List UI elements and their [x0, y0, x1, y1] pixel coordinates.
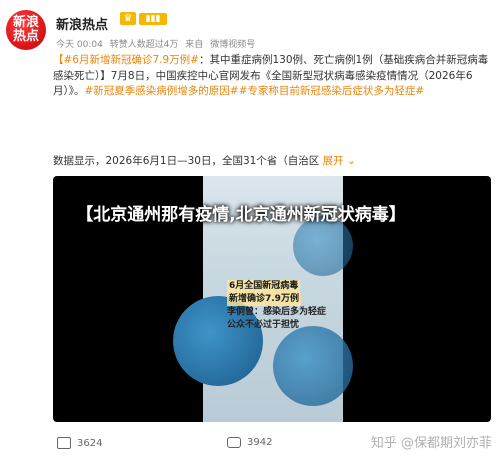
video-caption: 6月全国新冠病毒 新增确诊7.9万例 李侗曾：感染后多为轻症 公众不必过于担忧 — [227, 280, 326, 332]
post-time: 今天 00:04 — [56, 40, 103, 50]
account-name[interactable]: 新浪热点 — [56, 14, 108, 33]
video-caption-line: 李侗曾：感染后多为轻症 — [227, 307, 327, 317]
chevron-down-icon: ⌄ — [347, 155, 356, 167]
post-client[interactable]: 微博视频号 — [210, 40, 255, 50]
post-meta: 今天 00:04 转赞人数超过4万 来自 微博视频号 — [56, 37, 259, 50]
share-icon — [57, 437, 71, 449]
share-count: 3624 — [77, 437, 103, 449]
post-source: 来自 — [185, 40, 204, 50]
hashtag-link[interactable]: #新冠夏季感染病例增多的原因##专家称目前新冠感染后症状多为轻症# — [85, 85, 425, 97]
share-button[interactable]: 3624 — [57, 437, 102, 449]
comment-count: 3942 — [247, 437, 273, 448]
avatar-text: 新浪热点 — [12, 15, 39, 44]
comment-icon — [227, 437, 241, 448]
post-likes: 转赞人数超过4万 — [109, 40, 179, 50]
stats-line: 数据显示，2026年6月1日—30日，全国31个省（自治区 展开 ⌄ — [53, 153, 356, 168]
watermark: 知乎 @保都期刘亦菲 — [370, 436, 492, 451]
vip-level-icon: ▮▮▮ — [139, 12, 167, 25]
video-caption-line: 公众不必过于担忧 — [227, 320, 300, 330]
video-caption-line: 新增确诊7.9万例 — [227, 293, 301, 306]
hashtag-link[interactable]: 【#6月新增新冠确诊7.9万例# — [53, 54, 199, 66]
video-title: 【北京通州那有疫情,北京通州新冠状病毒】 — [76, 205, 406, 225]
video-caption-line: 6月全国新冠病毒 — [227, 280, 301, 293]
account-avatar[interactable]: 新浪热点 — [6, 10, 46, 50]
stats-text: 数据显示，2026年6月1日—30日，全国31个省（自治区 — [53, 155, 320, 167]
video-player[interactable]: 【北京通州那有疫情,北京通州新冠状病毒】 6月全国新冠病毒 新增确诊7.9万例 … — [53, 176, 491, 422]
expand-link[interactable]: 展开 ⌄ — [323, 155, 356, 167]
expand-label: 展开 — [322, 155, 344, 167]
comment-button[interactable]: 3942 — [227, 437, 272, 448]
vip-badges: ♛ ▮▮▮ — [120, 12, 167, 25]
post-content: 【#6月新增新冠确诊7.9万例#：其中重症病例130例、死亡病例1例（基础疾病合… — [53, 53, 493, 100]
crown-icon: ♛ — [120, 12, 136, 25]
virus-image — [273, 326, 353, 406]
